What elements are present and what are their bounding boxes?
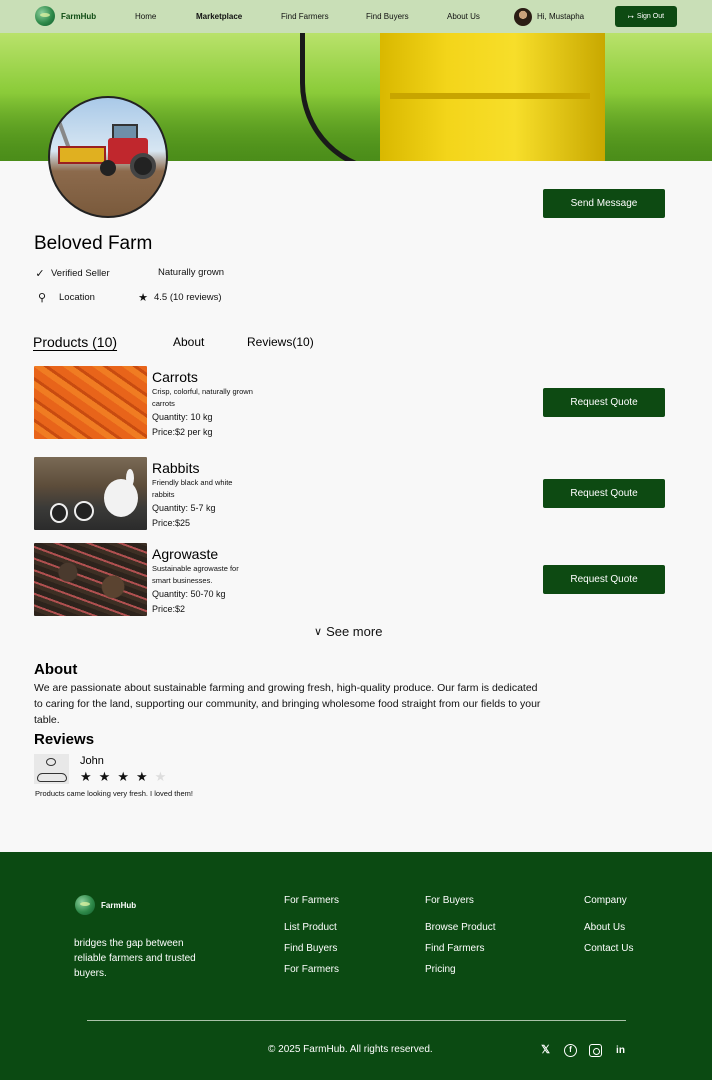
copyright-text: © 2025 FarmHub. All rights reserved. — [268, 1044, 433, 1055]
request-quote-button[interactable]: Request Quote — [543, 565, 665, 594]
star-filled-icon: ★ — [135, 769, 148, 784]
nav-link-home[interactable]: Home — [135, 12, 156, 21]
footer-brand-name: FarmHub — [101, 900, 137, 910]
product-quantity: Quantity: 5-7 kg — [152, 503, 216, 513]
x-icon[interactable]: 𝕏 — [539, 1044, 552, 1057]
product-description: Crisp, colorful, naturally grown carrots — [152, 387, 253, 408]
verified-label: Verified Seller — [51, 268, 110, 279]
star-icon: ★ — [138, 292, 148, 304]
footer-link[interactable]: Pricing — [425, 964, 456, 975]
see-more-label: See more — [326, 624, 383, 639]
product-quantity: Quantity: 50-70 kg — [152, 589, 226, 599]
product-image-agrowaste[interactable] — [34, 543, 147, 616]
tab-products[interactable]: Products (10) — [33, 334, 117, 350]
instagram-icon[interactable] — [589, 1044, 602, 1057]
request-quote-button[interactable]: Request Quote — [543, 388, 665, 417]
linkedin-icon[interactable]: in — [614, 1044, 627, 1057]
brand-logo[interactable]: FarmHub — [35, 6, 96, 26]
farm-location[interactable]: ⚲ Location — [36, 291, 95, 304]
nav-link-find-buyers[interactable]: Find Buyers — [366, 12, 409, 21]
review-rating: ★ ★ ★ ★ ★ — [80, 769, 166, 785]
facebook-icon[interactable]: f — [564, 1044, 577, 1057]
sign-out-label: Sign Out — [636, 13, 665, 20]
banner-tank-rim — [390, 93, 590, 99]
footer-link[interactable]: About Us — [584, 922, 625, 933]
footer-tagline: bridges the gap between reliable farmers… — [74, 938, 196, 979]
product-title: Carrots — [152, 369, 198, 385]
check-icon: ✓ — [35, 268, 45, 280]
verified-seller: ✓ Verified Seller — [34, 267, 110, 280]
tab-reviews[interactable]: Reviews(10) — [247, 335, 314, 349]
star-filled-icon: ★ — [80, 769, 92, 784]
footer-link[interactable]: Contact Us — [584, 943, 633, 954]
top-navbar: FarmHub Home Marketplace Find Farmers Fi… — [0, 0, 712, 33]
farm-profile-photo — [48, 96, 168, 218]
photo-rabbit-white — [104, 479, 138, 517]
send-message-button[interactable]: Send Message — [543, 189, 665, 218]
tag-label: Naturally grown — [158, 267, 224, 278]
product-description: Friendly black and white rabbits — [152, 478, 233, 499]
product-title: Agrowaste — [152, 546, 219, 562]
user-greeting: Hi, Mustapha — [537, 12, 585, 21]
footer-divider — [87, 1020, 626, 1021]
product-image-rabbits[interactable] — [34, 457, 147, 530]
star-filled-icon: ★ — [98, 769, 111, 784]
about-heading: About — [34, 661, 78, 678]
footer-link[interactable]: List Product — [284, 922, 337, 933]
footer-link[interactable]: Browse Product — [425, 922, 496, 933]
product-description: Sustainable agrowaste for smart business… — [152, 564, 239, 585]
photo-rabbit-ear — [126, 469, 134, 487]
farm-tag: Naturally grown — [158, 267, 224, 278]
chevron-down-icon: ∨ — [314, 626, 323, 638]
reviewer-name: John — [80, 755, 104, 767]
globe-logo-icon — [35, 6, 55, 26]
footer-link[interactable]: For Farmers — [284, 964, 339, 975]
footer-link[interactable]: Find Buyers — [284, 943, 337, 954]
sign-out-button[interactable]: ↦ Sign Out — [615, 6, 677, 27]
nav-link-about-us[interactable]: About Us — [447, 12, 480, 21]
footer-col-heading: For Buyers — [425, 895, 474, 906]
request-quote-button[interactable]: Request Qoute — [543, 479, 665, 508]
product-image-carrots[interactable] — [34, 366, 147, 439]
review-text: Products came looking very fresh. I love… — [35, 789, 193, 798]
reviewer-avatar — [34, 754, 69, 784]
product-quantity: Quantity: 10 kg — [152, 412, 213, 422]
see-more-link[interactable]: ∨ See more — [314, 624, 382, 639]
site-footer: FarmHub bridges the gap between reliable… — [0, 852, 712, 1080]
location-label: Location — [59, 292, 95, 303]
footer-link[interactable]: Find Farmers — [425, 943, 484, 954]
star-filled-icon: ★ — [117, 769, 129, 784]
star-empty-icon: ★ — [154, 769, 167, 784]
tab-about[interactable]: About — [173, 335, 204, 349]
rating-label: 4.5 (10 reviews) — [154, 292, 222, 303]
about-text: We are passionate about sustainable farm… — [34, 682, 541, 726]
location-pin-icon: ⚲ — [37, 292, 47, 304]
photo-seeder — [58, 146, 106, 164]
user-avatar[interactable] — [514, 8, 532, 26]
farm-name: Beloved Farm — [34, 233, 153, 254]
photo-rabbit-dark — [50, 503, 68, 523]
nav-link-marketplace[interactable]: Marketplace — [196, 12, 242, 21]
product-price: Price:$2 per kg — [152, 427, 213, 437]
reviews-heading: Reviews — [34, 731, 95, 748]
globe-logo-icon — [75, 895, 95, 915]
photo-tractor-front-wheel — [100, 160, 116, 176]
product-price: Price:$25 — [152, 518, 191, 528]
photo-tractor-rear-wheel — [130, 153, 156, 179]
avatar-body-icon — [37, 773, 67, 782]
photo-rabbit-dark — [74, 501, 94, 521]
nav-link-find-farmers[interactable]: Find Farmers — [281, 12, 329, 21]
farm-rating: ★ 4.5 (10 reviews) — [137, 291, 222, 304]
product-title: Rabbits — [152, 460, 200, 476]
brand-name: FarmHub — [61, 11, 97, 21]
footer-brand[interactable]: FarmHub — [75, 895, 136, 915]
footer-col-heading: For Farmers — [284, 895, 339, 906]
avatar-head-icon — [46, 758, 56, 766]
product-price: Price:$2 — [152, 604, 186, 614]
sign-out-icon: ↦ — [627, 13, 634, 21]
footer-col-heading: Company — [584, 895, 627, 906]
